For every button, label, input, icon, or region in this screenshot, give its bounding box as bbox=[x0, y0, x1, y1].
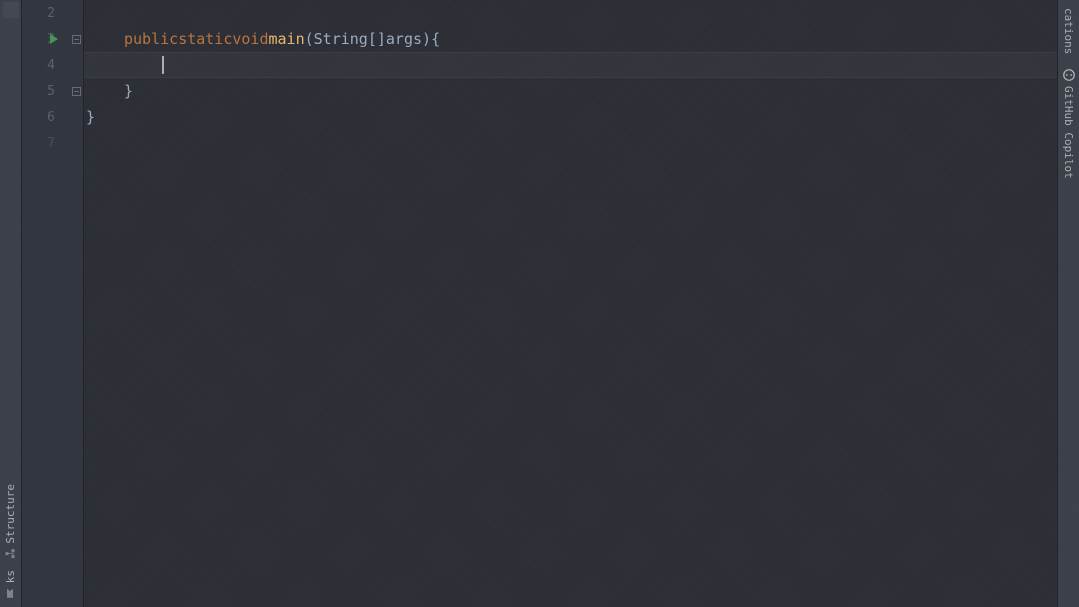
method-name: main bbox=[269, 30, 305, 48]
keyword-public: public bbox=[124, 30, 178, 48]
fold-icon[interactable] bbox=[72, 35, 81, 44]
brace-close: } bbox=[124, 82, 133, 100]
fold-icon[interactable] bbox=[72, 87, 81, 96]
brace-open: { bbox=[431, 30, 440, 48]
code-line[interactable] bbox=[84, 0, 1057, 26]
structure-label: Structure bbox=[4, 484, 17, 544]
code-line[interactable] bbox=[84, 130, 1057, 156]
bookmarks-label: ks bbox=[4, 570, 17, 583]
copilot-icon bbox=[1062, 68, 1076, 82]
line-number: 5 bbox=[22, 78, 83, 104]
left-tool-sidebar: Structure ks bbox=[0, 0, 22, 607]
brace-close: } bbox=[86, 108, 95, 126]
run-icon[interactable] bbox=[50, 34, 58, 44]
project-tool-icon[interactable] bbox=[3, 2, 19, 18]
copilot-label: GitHub Copilot bbox=[1062, 86, 1075, 179]
type-name: String bbox=[314, 30, 368, 48]
keyword-static: static bbox=[178, 30, 232, 48]
line-number: 2 bbox=[22, 0, 83, 26]
param-name: args bbox=[386, 30, 422, 48]
keyword-void: void bbox=[232, 30, 268, 48]
bookmarks-tool-button[interactable]: ks bbox=[3, 566, 18, 603]
copilot-tool-button[interactable]: GitHub Copilot bbox=[1061, 64, 1077, 183]
structure-icon bbox=[5, 548, 17, 560]
editor-gutter[interactable]: 2 3 4 5 6 7 bbox=[22, 0, 84, 607]
code-line[interactable]: } bbox=[84, 78, 1057, 104]
bookmark-icon bbox=[5, 587, 17, 599]
code-line-current[interactable] bbox=[84, 52, 1057, 78]
brackets: [] bbox=[368, 30, 386, 48]
notifications-label: cations bbox=[1062, 8, 1075, 54]
text-caret bbox=[162, 56, 164, 74]
code-line[interactable]: } bbox=[84, 104, 1057, 130]
code-line[interactable]: public static void main(String[] args) { bbox=[84, 26, 1057, 52]
structure-tool-button[interactable]: Structure bbox=[3, 480, 18, 564]
line-number: 6 bbox=[22, 104, 83, 130]
line-number: 3 bbox=[22, 26, 83, 52]
paren-close: ) bbox=[422, 30, 431, 48]
line-number: 4 bbox=[22, 52, 83, 78]
paren-open: ( bbox=[305, 30, 314, 48]
code-editor[interactable]: public static void main(String[] args) {… bbox=[84, 0, 1057, 607]
right-tool-sidebar: cations GitHub Copilot bbox=[1057, 0, 1079, 607]
notifications-tool-button[interactable]: cations bbox=[1061, 4, 1076, 58]
line-number: 7 bbox=[22, 130, 83, 156]
